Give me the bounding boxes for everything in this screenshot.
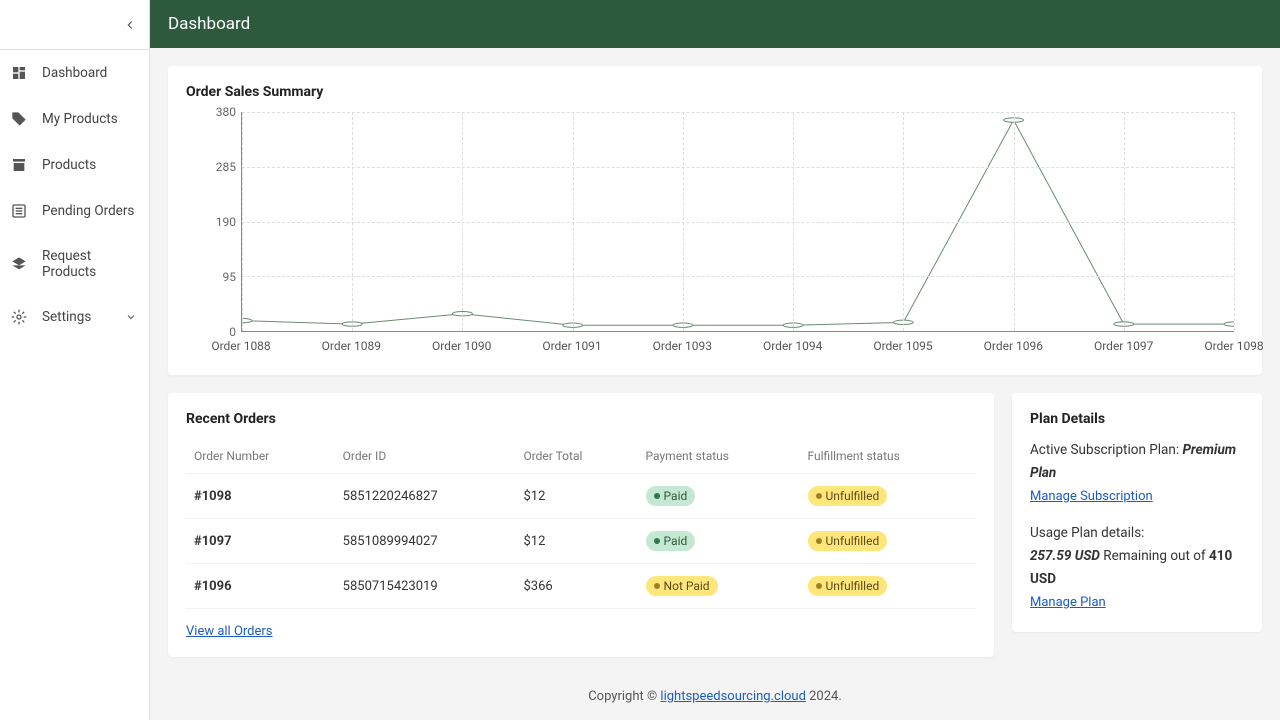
- plan-title: Plan Details: [1030, 411, 1244, 427]
- chart: 095190285380 Order 1088Order 1089Order 1…: [241, 112, 1234, 357]
- x-tick: Order 1093: [653, 339, 712, 353]
- sidebar-item-label: Products: [42, 157, 139, 173]
- sidebar-item-label: Dashboard: [42, 65, 139, 81]
- order-total: $366: [515, 564, 637, 609]
- plan-details-card: Plan Details Active Subscription Plan: P…: [1012, 393, 1262, 632]
- chevron-left-icon: [123, 18, 137, 32]
- status-badge: Not Paid: [646, 576, 718, 596]
- sidebar-item-products[interactable]: Products: [0, 142, 149, 188]
- status-badge: Unfulfilled: [808, 531, 888, 551]
- x-tick: Order 1091: [542, 339, 601, 353]
- order-number: #1096: [186, 564, 335, 609]
- page-title: Dashboard: [168, 14, 250, 34]
- status-badge: Unfulfilled: [808, 486, 888, 506]
- order-id: 5850715423019: [335, 564, 516, 609]
- view-all-orders-link[interactable]: View all Orders: [186, 624, 273, 639]
- usage-line: 257.59 USD Remaining out of 410 USD: [1030, 545, 1244, 591]
- x-tick: Order 1090: [432, 339, 491, 353]
- y-tick: 0: [229, 325, 236, 339]
- column-header: Order Total: [515, 439, 637, 474]
- manage-subscription-link[interactable]: Manage Subscription: [1030, 489, 1153, 504]
- sidebar-item-settings[interactable]: Settings: [0, 294, 149, 340]
- order-total: $12: [515, 474, 637, 519]
- sidebar-item-dashboard[interactable]: Dashboard: [0, 50, 149, 96]
- order-id: 5851220246827: [335, 474, 516, 519]
- layers-icon: [10, 255, 28, 273]
- status-badge: Paid: [646, 531, 696, 551]
- sidebar-item-label: Pending Orders: [42, 203, 139, 219]
- footer: Copyright © lightspeedsourcing.cloud 202…: [168, 675, 1262, 718]
- sidebar: Dashboard My Products Products Pending Orde…: [0, 0, 150, 720]
- orders-table: Order NumberOrder IDOrder TotalPayment s…: [186, 439, 976, 609]
- sidebar-item-request-products[interactable]: Request Products: [0, 234, 149, 294]
- column-header: Order ID: [335, 439, 516, 474]
- recent-orders-title: Recent Orders: [186, 411, 976, 427]
- sidebar-collapse-button[interactable]: [0, 0, 149, 50]
- x-tick: Order 1096: [984, 339, 1043, 353]
- store-icon: [10, 156, 28, 174]
- column-header: Fulfillment status: [800, 439, 977, 474]
- manage-plan-link[interactable]: Manage Plan: [1030, 595, 1106, 610]
- order-id: 5851089994027: [335, 519, 516, 564]
- order-total: $12: [515, 519, 637, 564]
- gear-icon: [10, 308, 28, 326]
- usage-label: Usage Plan details:: [1030, 522, 1244, 545]
- y-tick: 285: [216, 160, 236, 174]
- x-tick: Order 1089: [322, 339, 381, 353]
- topbar: Dashboard: [150, 0, 1280, 48]
- table-row[interactable]: #10975851089994027$12 Paid Unfulfilled: [186, 519, 976, 564]
- sidebar-item-label: My Products: [42, 111, 139, 127]
- chart-title: Order Sales Summary: [186, 84, 1244, 100]
- tag-icon: [10, 110, 28, 128]
- x-tick: Order 1094: [763, 339, 822, 353]
- table-row[interactable]: #10985851220246827$12 Paid Unfulfilled: [186, 474, 976, 519]
- sidebar-item-label: Settings: [42, 309, 125, 325]
- footer-link[interactable]: lightspeedsourcing.cloud: [660, 689, 806, 704]
- status-badge: Unfulfilled: [808, 576, 888, 596]
- chart-card: Order Sales Summary 095190285380 Order 1…: [168, 66, 1262, 375]
- y-tick: 95: [223, 270, 237, 284]
- y-tick: 190: [216, 215, 236, 229]
- table-row[interactable]: #10965850715423019$366 Not Paid Unfulfille…: [186, 564, 976, 609]
- x-tick: Order 1088: [211, 339, 270, 353]
- x-tick: Order 1097: [1094, 339, 1153, 353]
- chevron-down-icon: [125, 311, 139, 323]
- list-icon: [10, 202, 28, 220]
- sidebar-item-pending-orders[interactable]: Pending Orders: [0, 188, 149, 234]
- order-number: #1098: [186, 474, 335, 519]
- active-plan-line: Active Subscription Plan: Premium Plan: [1030, 439, 1244, 485]
- order-number: #1097: [186, 519, 335, 564]
- x-tick: Order 1098: [1204, 339, 1263, 353]
- y-tick: 380: [216, 105, 236, 119]
- recent-orders-card: Recent Orders Order NumberOrder IDOrder …: [168, 393, 994, 657]
- dashboard-icon: [10, 64, 28, 82]
- column-header: Order Number: [186, 439, 335, 474]
- sidebar-item-my-products[interactable]: My Products: [0, 96, 149, 142]
- column-header: Payment status: [638, 439, 800, 474]
- sidebar-item-label: Request Products: [42, 248, 139, 280]
- status-badge: Paid: [646, 486, 696, 506]
- x-tick: Order 1095: [873, 339, 932, 353]
